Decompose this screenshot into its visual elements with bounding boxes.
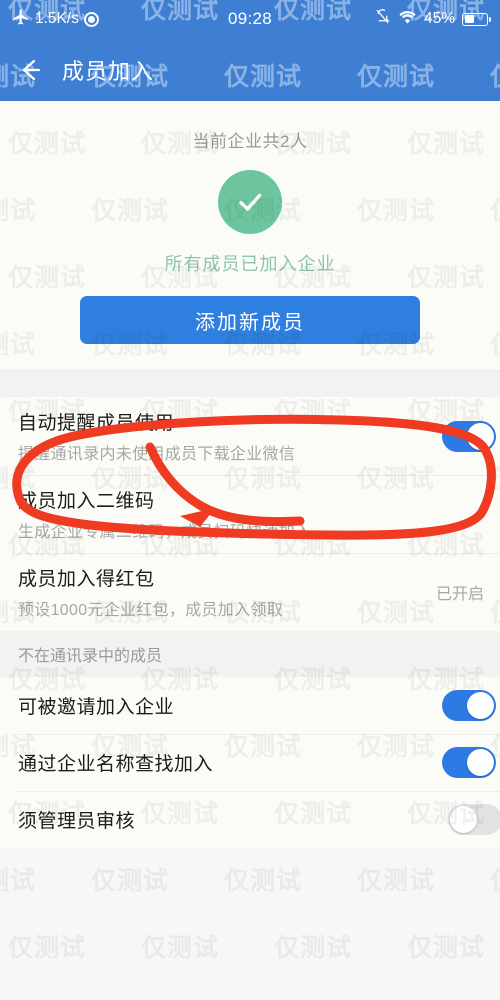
toggle-auto-remind[interactable]	[442, 420, 496, 452]
row-text: 自动提醒成员使用 提醒通讯录内未使用成员下载企业微信	[18, 408, 295, 464]
row-join-qrcode[interactable]: 成员加入二维码 生成企业专属二维码，成员扫码快速加入 ›	[0, 475, 500, 553]
row-title: 可被邀请加入企业	[18, 697, 175, 718]
hero-panel: 当前企业共2人 所有成员已加入企业 添加新成员	[0, 101, 500, 371]
settings-group-primary: 自动提醒成员使用 提醒通讯录内未使用成员下载企业微信 成员加入二维码 生成企业专…	[0, 397, 500, 631]
hero-status-text: 所有成员已加入企业	[164, 254, 336, 274]
row-title: 须管理员审核	[18, 811, 136, 832]
status-badge: 已开启	[435, 586, 484, 603]
row-text: 可被邀请加入企业	[18, 692, 174, 719]
check-circle-icon	[218, 170, 282, 234]
row-control: ›	[475, 501, 484, 527]
row-title: 成员加入二维码	[18, 491, 155, 512]
status-bar: 1.5K/s 09:28 45%	[0, 0, 500, 38]
settings-group-secondary: 可被邀请加入企业 通过企业名称查找加入 须管理员审核	[0, 677, 500, 848]
chevron-right-icon: ›	[475, 499, 484, 529]
row-text: 通过企业名称查找加入	[18, 749, 213, 776]
row-control	[442, 747, 496, 778]
row-control	[448, 804, 500, 835]
back-arrow-icon[interactable]	[18, 57, 44, 83]
row-control	[442, 420, 496, 452]
row-admin-approval[interactable]: 须管理员审核	[0, 791, 500, 848]
section-gap	[0, 371, 500, 397]
row-text: 成员加入二维码 生成企业专属二维码，成员扫码快速加入	[18, 486, 311, 542]
row-title: 自动提醒成员使用	[18, 413, 175, 434]
toggle-can-be-invited[interactable]	[442, 690, 496, 721]
row-control	[442, 690, 496, 721]
status-bar-clock: 09:28	[227, 9, 273, 28]
row-subtitle: 生成企业专属二维码，成员扫码快速加入	[18, 524, 312, 541]
add-member-button[interactable]: 添加新成员	[80, 296, 420, 344]
toggle-search-by-company-name[interactable]	[442, 747, 496, 778]
row-text: 须管理员审核	[18, 806, 135, 833]
phone-screen: 1.5K/s 09:28 45% 成员加入 当前企业共2人 所有成员已加入企业 …	[0, 0, 500, 1000]
toggle-admin-approval[interactable]	[448, 804, 500, 835]
row-join-redpacket[interactable]: 成员加入得红包 预设1000元企业红包，成员加入领取 已开启	[0, 553, 500, 631]
row-title: 成员加入得红包	[18, 569, 155, 590]
row-control: 已开启	[436, 580, 484, 604]
row-title: 通过企业名称查找加入	[18, 754, 214, 775]
content-scroll[interactable]: 当前企业共2人 所有成员已加入企业 添加新成员 自动提醒成员使用 提醒通讯录内未…	[0, 101, 500, 1000]
row-auto-remind[interactable]: 自动提醒成员使用 提醒通讯录内未使用成员下载企业微信	[0, 397, 500, 475]
row-subtitle: 预设1000元企业红包，成员加入领取	[18, 602, 283, 619]
row-text: 成员加入得红包 预设1000元企业红包，成员加入领取	[18, 564, 283, 620]
row-subtitle: 提醒通讯录内未使用成员下载企业微信	[18, 446, 296, 463]
row-search-by-company-name[interactable]: 通过企业名称查找加入	[0, 734, 500, 791]
battery-icon	[462, 12, 491, 26]
nav-bar: 成员加入	[0, 38, 500, 101]
page-title: 成员加入	[62, 58, 155, 84]
member-count-text: 当前企业共2人	[192, 132, 308, 151]
row-can-be-invited[interactable]: 可被邀请加入企业	[0, 677, 500, 734]
section-header-not-in-contacts: 不在通讯录中的成员	[0, 631, 500, 677]
